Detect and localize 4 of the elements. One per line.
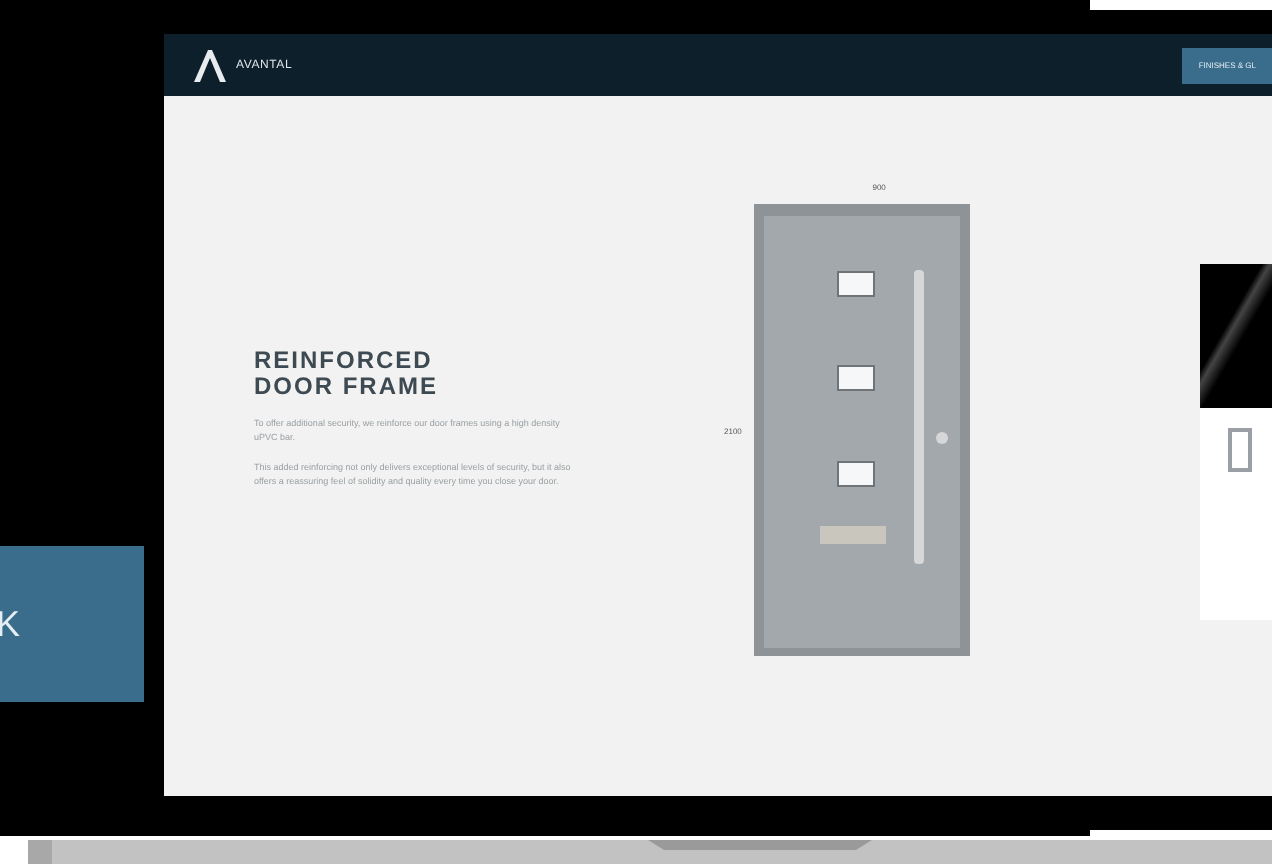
photo-placeholder [1199, 264, 1272, 408]
section-title: REINFORCED DOOR FRAME [254, 348, 440, 400]
logo-icon [192, 49, 232, 81]
door-frame-icon [1227, 428, 1252, 472]
